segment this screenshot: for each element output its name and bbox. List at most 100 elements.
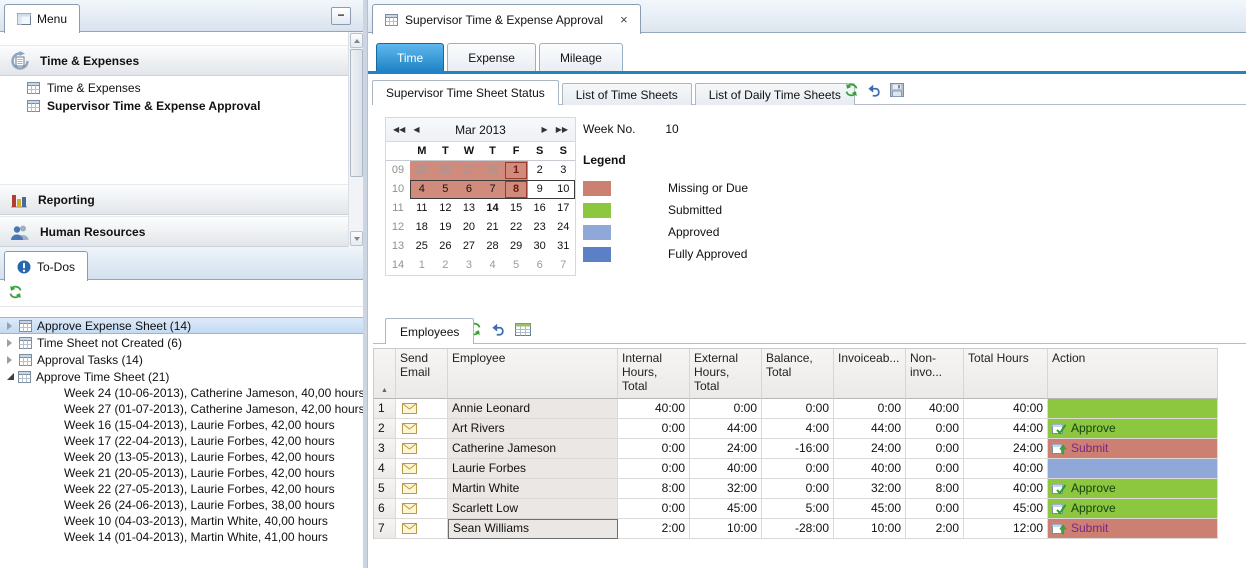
external_hours-cell[interactable]: 10:00	[690, 519, 762, 539]
envelope-icon[interactable]	[402, 403, 417, 414]
todo-week-item[interactable]: Week 27 (01-07-2013), Catherine Jameson,…	[0, 401, 363, 417]
calendar-day[interactable]: 7	[551, 256, 575, 275]
submit-icon[interactable]	[1052, 442, 1066, 455]
calendar-day[interactable]: 2	[528, 161, 552, 180]
todo-week-item[interactable]: Week 26 (24-06-2013), Laurie Forbes, 38,…	[0, 497, 363, 513]
envelope-icon[interactable]	[402, 463, 417, 474]
calendar-day[interactable]: 18	[410, 218, 434, 237]
minimize-button[interactable]: −	[331, 7, 351, 25]
invoiceable-cell[interactable]: 45:00	[834, 499, 906, 519]
internal_hours-cell[interactable]: 2:00	[618, 519, 690, 539]
approve-icon[interactable]	[1052, 482, 1066, 495]
invoiceable-cell[interactable]: 10:00	[834, 519, 906, 539]
todo-week-item[interactable]: Week 24 (10-06-2013), Catherine Jameson,…	[0, 385, 363, 401]
envelope-icon[interactable]	[402, 443, 417, 454]
approve-icon[interactable]	[1052, 422, 1066, 435]
todo-item[interactable]: Approval Tasks (14)	[0, 351, 363, 368]
employee-cell[interactable]: Sean Williams	[448, 519, 618, 539]
calendar-day[interactable]: 27	[457, 237, 481, 256]
total_hours-cell[interactable]: 44:00	[964, 419, 1048, 439]
non_invoiceable-cell[interactable]: 0:00	[906, 459, 964, 479]
undo-icon[interactable]	[491, 322, 506, 336]
menu-group-reporting[interactable]: Reporting	[0, 184, 348, 215]
internal_hours-cell[interactable]: 8:00	[618, 479, 690, 499]
external_hours-cell[interactable]: 45:00	[690, 499, 762, 519]
action-label[interactable]: Approve	[1071, 479, 1116, 498]
calendar-day[interactable]: 7	[481, 180, 505, 199]
balance-cell[interactable]: -28:00	[762, 519, 834, 539]
calendar-day[interactable]: 12	[434, 199, 458, 218]
scroll-up-button[interactable]	[350, 33, 363, 48]
action-label[interactable]: Submit	[1071, 439, 1108, 458]
action-cell[interactable]: Approve	[1048, 499, 1218, 519]
internal_hours-cell[interactable]: 40:00	[618, 399, 690, 419]
save-icon[interactable]	[890, 83, 904, 97]
approve-icon[interactable]	[1052, 502, 1066, 515]
send-email-cell[interactable]	[396, 479, 448, 499]
internal_hours-cell[interactable]: 0:00	[618, 439, 690, 459]
scroll-down-button[interactable]	[350, 231, 363, 246]
envelope-icon[interactable]	[402, 483, 417, 494]
invoiceable-cell[interactable]: 44:00	[834, 419, 906, 439]
send-email-cell[interactable]	[396, 419, 448, 439]
column-header-total_hours[interactable]: Total Hours	[964, 349, 1048, 399]
non_invoiceable-cell[interactable]: 0:00	[906, 439, 964, 459]
column-header-action[interactable]: Action	[1048, 349, 1218, 399]
total_hours-cell[interactable]: 40:00	[964, 459, 1048, 479]
calendar-day[interactable]: 26	[434, 161, 458, 180]
external_hours-cell[interactable]: 44:00	[690, 419, 762, 439]
employee-row[interactable]: 3Catherine Jameson0:0024:00-16:0024:000:…	[374, 439, 1218, 459]
calendar-next-month-button[interactable]: ▶	[539, 125, 551, 134]
calendar-day[interactable]: 6	[457, 180, 481, 199]
calendar-day[interactable]: 15	[504, 199, 528, 218]
employee-row[interactable]: 4Laurie Forbes0:0040:000:0040:000:0040:0…	[374, 459, 1218, 479]
employee-row[interactable]: 6Scarlett Low0:0045:005:0045:000:0045:00…	[374, 499, 1218, 519]
employee-cell[interactable]: Annie Leonard	[448, 399, 618, 419]
subtab-list-of-daily-time-sheets[interactable]: List of Daily Time Sheets	[695, 83, 855, 105]
undo-icon[interactable]	[867, 83, 882, 97]
tab-menu[interactable]: Menu	[4, 4, 80, 33]
table-view-icon[interactable]	[515, 323, 531, 336]
calendar-day[interactable]: 28	[481, 237, 505, 256]
non_invoiceable-cell[interactable]: 0:00	[906, 499, 964, 519]
calendar-day[interactable]: 13	[457, 199, 481, 218]
calendar-day[interactable]: 25	[410, 161, 434, 180]
column-header-invoiceable[interactable]: Invoiceab...	[834, 349, 906, 399]
calendar-day[interactable]: 23	[528, 218, 552, 237]
envelope-icon[interactable]	[402, 523, 417, 534]
internal_hours-cell[interactable]: 0:00	[618, 459, 690, 479]
collapse-icon[interactable]	[7, 373, 14, 380]
balance-cell[interactable]: -16:00	[762, 439, 834, 459]
column-header-send_email[interactable]: Send Email	[396, 349, 448, 399]
todo-week-item[interactable]: Week 14 (01-04-2013), Martin White, 41,0…	[0, 529, 363, 545]
calendar-day[interactable]: 29	[504, 237, 528, 256]
internal_hours-cell[interactable]: 0:00	[618, 419, 690, 439]
column-header-employee[interactable]: Employee	[448, 349, 618, 399]
calendar-day[interactable]: 11	[410, 199, 434, 218]
action-label[interactable]: Approve	[1071, 419, 1116, 438]
calendar-day[interactable]: 2	[434, 256, 458, 275]
todo-item[interactable]: Approve Time Sheet (21)	[0, 368, 363, 385]
calendar-next-year-button[interactable]: ▶▶	[553, 125, 571, 134]
refresh-icon[interactable]	[8, 285, 23, 299]
employee-row[interactable]: 7Sean Williams2:0010:00-28:0010:002:0012…	[374, 519, 1218, 539]
calendar-day[interactable]: 1	[504, 161, 528, 180]
calendar-day[interactable]: 4	[481, 256, 505, 275]
calendar-day[interactable]: 28	[481, 161, 505, 180]
action-label[interactable]: Approve	[1071, 499, 1116, 518]
calendar-day[interactable]: 31	[551, 237, 575, 256]
calendar-day[interactable]: 16	[528, 199, 552, 218]
menu-item-time-expenses[interactable]: Time & Expenses	[0, 79, 348, 97]
balance-cell[interactable]: 4:00	[762, 419, 834, 439]
menu-group-time-expenses[interactable]: Time & Expenses	[0, 45, 348, 76]
tab-expense[interactable]: Expense	[447, 43, 536, 71]
invoiceable-cell[interactable]: 32:00	[834, 479, 906, 499]
calendar-day[interactable]: 3	[457, 256, 481, 275]
calendar-day[interactable]: 9	[528, 180, 552, 199]
action-cell[interactable]: Submit	[1048, 439, 1218, 459]
send-email-cell[interactable]	[396, 439, 448, 459]
calendar-day[interactable]: 24	[551, 218, 575, 237]
employee-row[interactable]: 1Annie Leonard40:000:000:000:0040:0040:0…	[374, 399, 1218, 419]
submit-icon[interactable]	[1052, 522, 1066, 535]
employee-cell[interactable]: Laurie Forbes	[448, 459, 618, 479]
